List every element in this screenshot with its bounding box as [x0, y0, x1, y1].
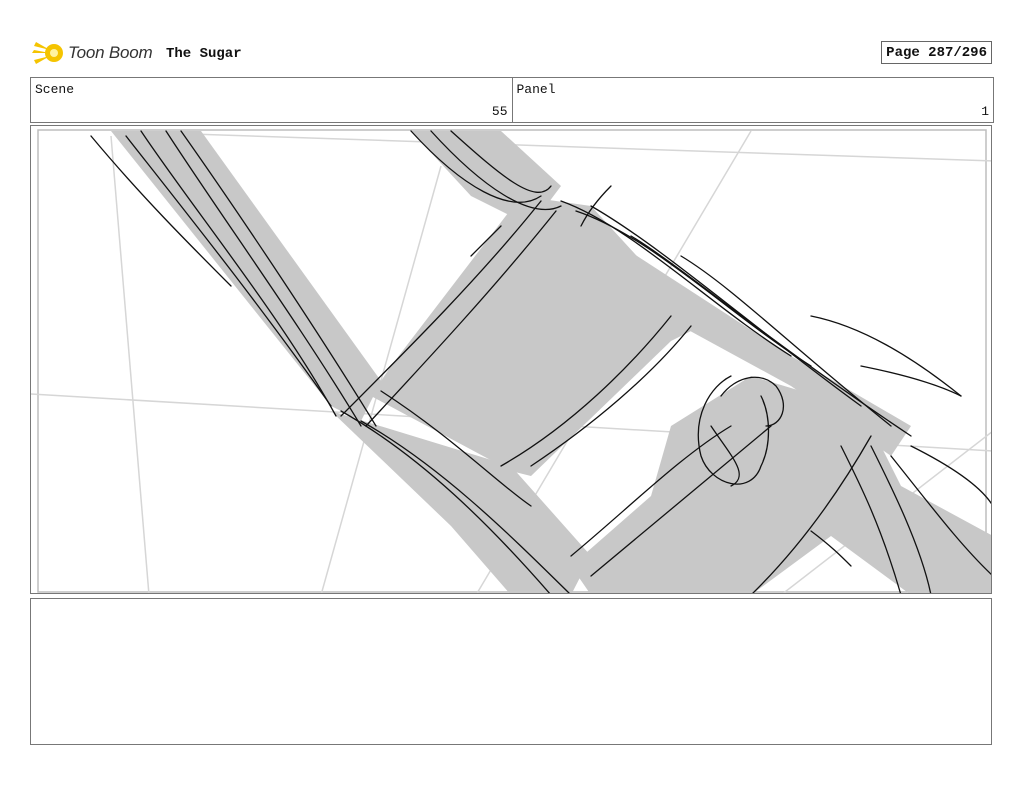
scene-cell: Scene 55	[31, 78, 512, 122]
panel-label: Panel	[516, 82, 556, 97]
storyboard-panel	[30, 125, 992, 594]
panel-notes	[30, 598, 992, 745]
scene-panel-info: Scene 55 Panel 1	[30, 77, 994, 123]
project-title: The Sugar	[166, 46, 242, 62]
page-header: Toon Boom The Sugar Page 287/296	[30, 36, 994, 70]
toon-boom-logo: Toon Boom	[32, 38, 157, 68]
page-counter: Page 287/296	[881, 41, 992, 64]
panel-cell: Panel 1	[511, 78, 994, 122]
toon-boom-star-icon	[32, 42, 63, 64]
logo-text: Toon Boom	[68, 43, 153, 62]
storyboard-sketch	[31, 129, 991, 593]
scene-number: 55	[491, 104, 508, 119]
scene-label: Scene	[35, 82, 75, 97]
panel-number: 1	[981, 104, 989, 119]
